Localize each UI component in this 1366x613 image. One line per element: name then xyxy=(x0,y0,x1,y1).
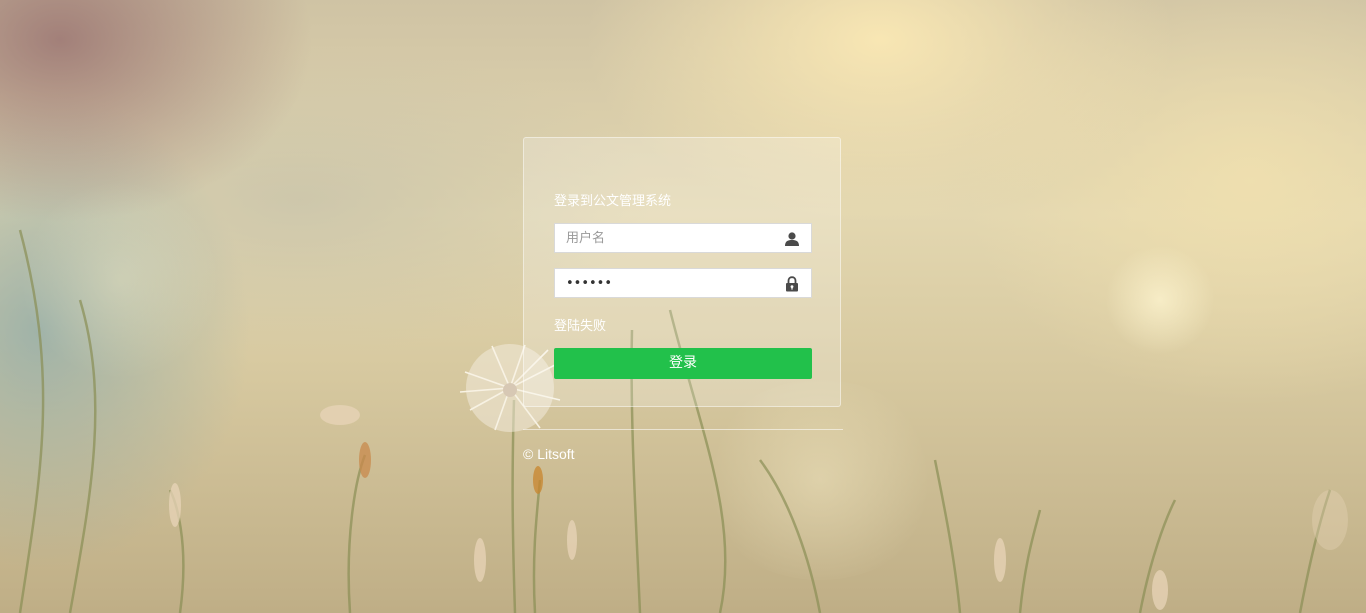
copyright-text: © Litsoft xyxy=(523,446,575,462)
user-icon xyxy=(785,232,799,246)
login-panel: 登录到公文管理系统 登陆失败 登录 xyxy=(523,137,841,407)
username-input[interactable] xyxy=(555,224,786,252)
login-title: 登录到公文管理系统 xyxy=(554,194,672,209)
lock-icon xyxy=(786,276,798,292)
login-button[interactable]: 登录 xyxy=(554,348,812,379)
username-field-wrapper xyxy=(554,223,812,253)
footer-divider xyxy=(523,429,843,430)
password-field-wrapper xyxy=(554,268,812,298)
login-error-message: 登陆失败 xyxy=(554,319,607,334)
password-input[interactable] xyxy=(555,269,786,297)
